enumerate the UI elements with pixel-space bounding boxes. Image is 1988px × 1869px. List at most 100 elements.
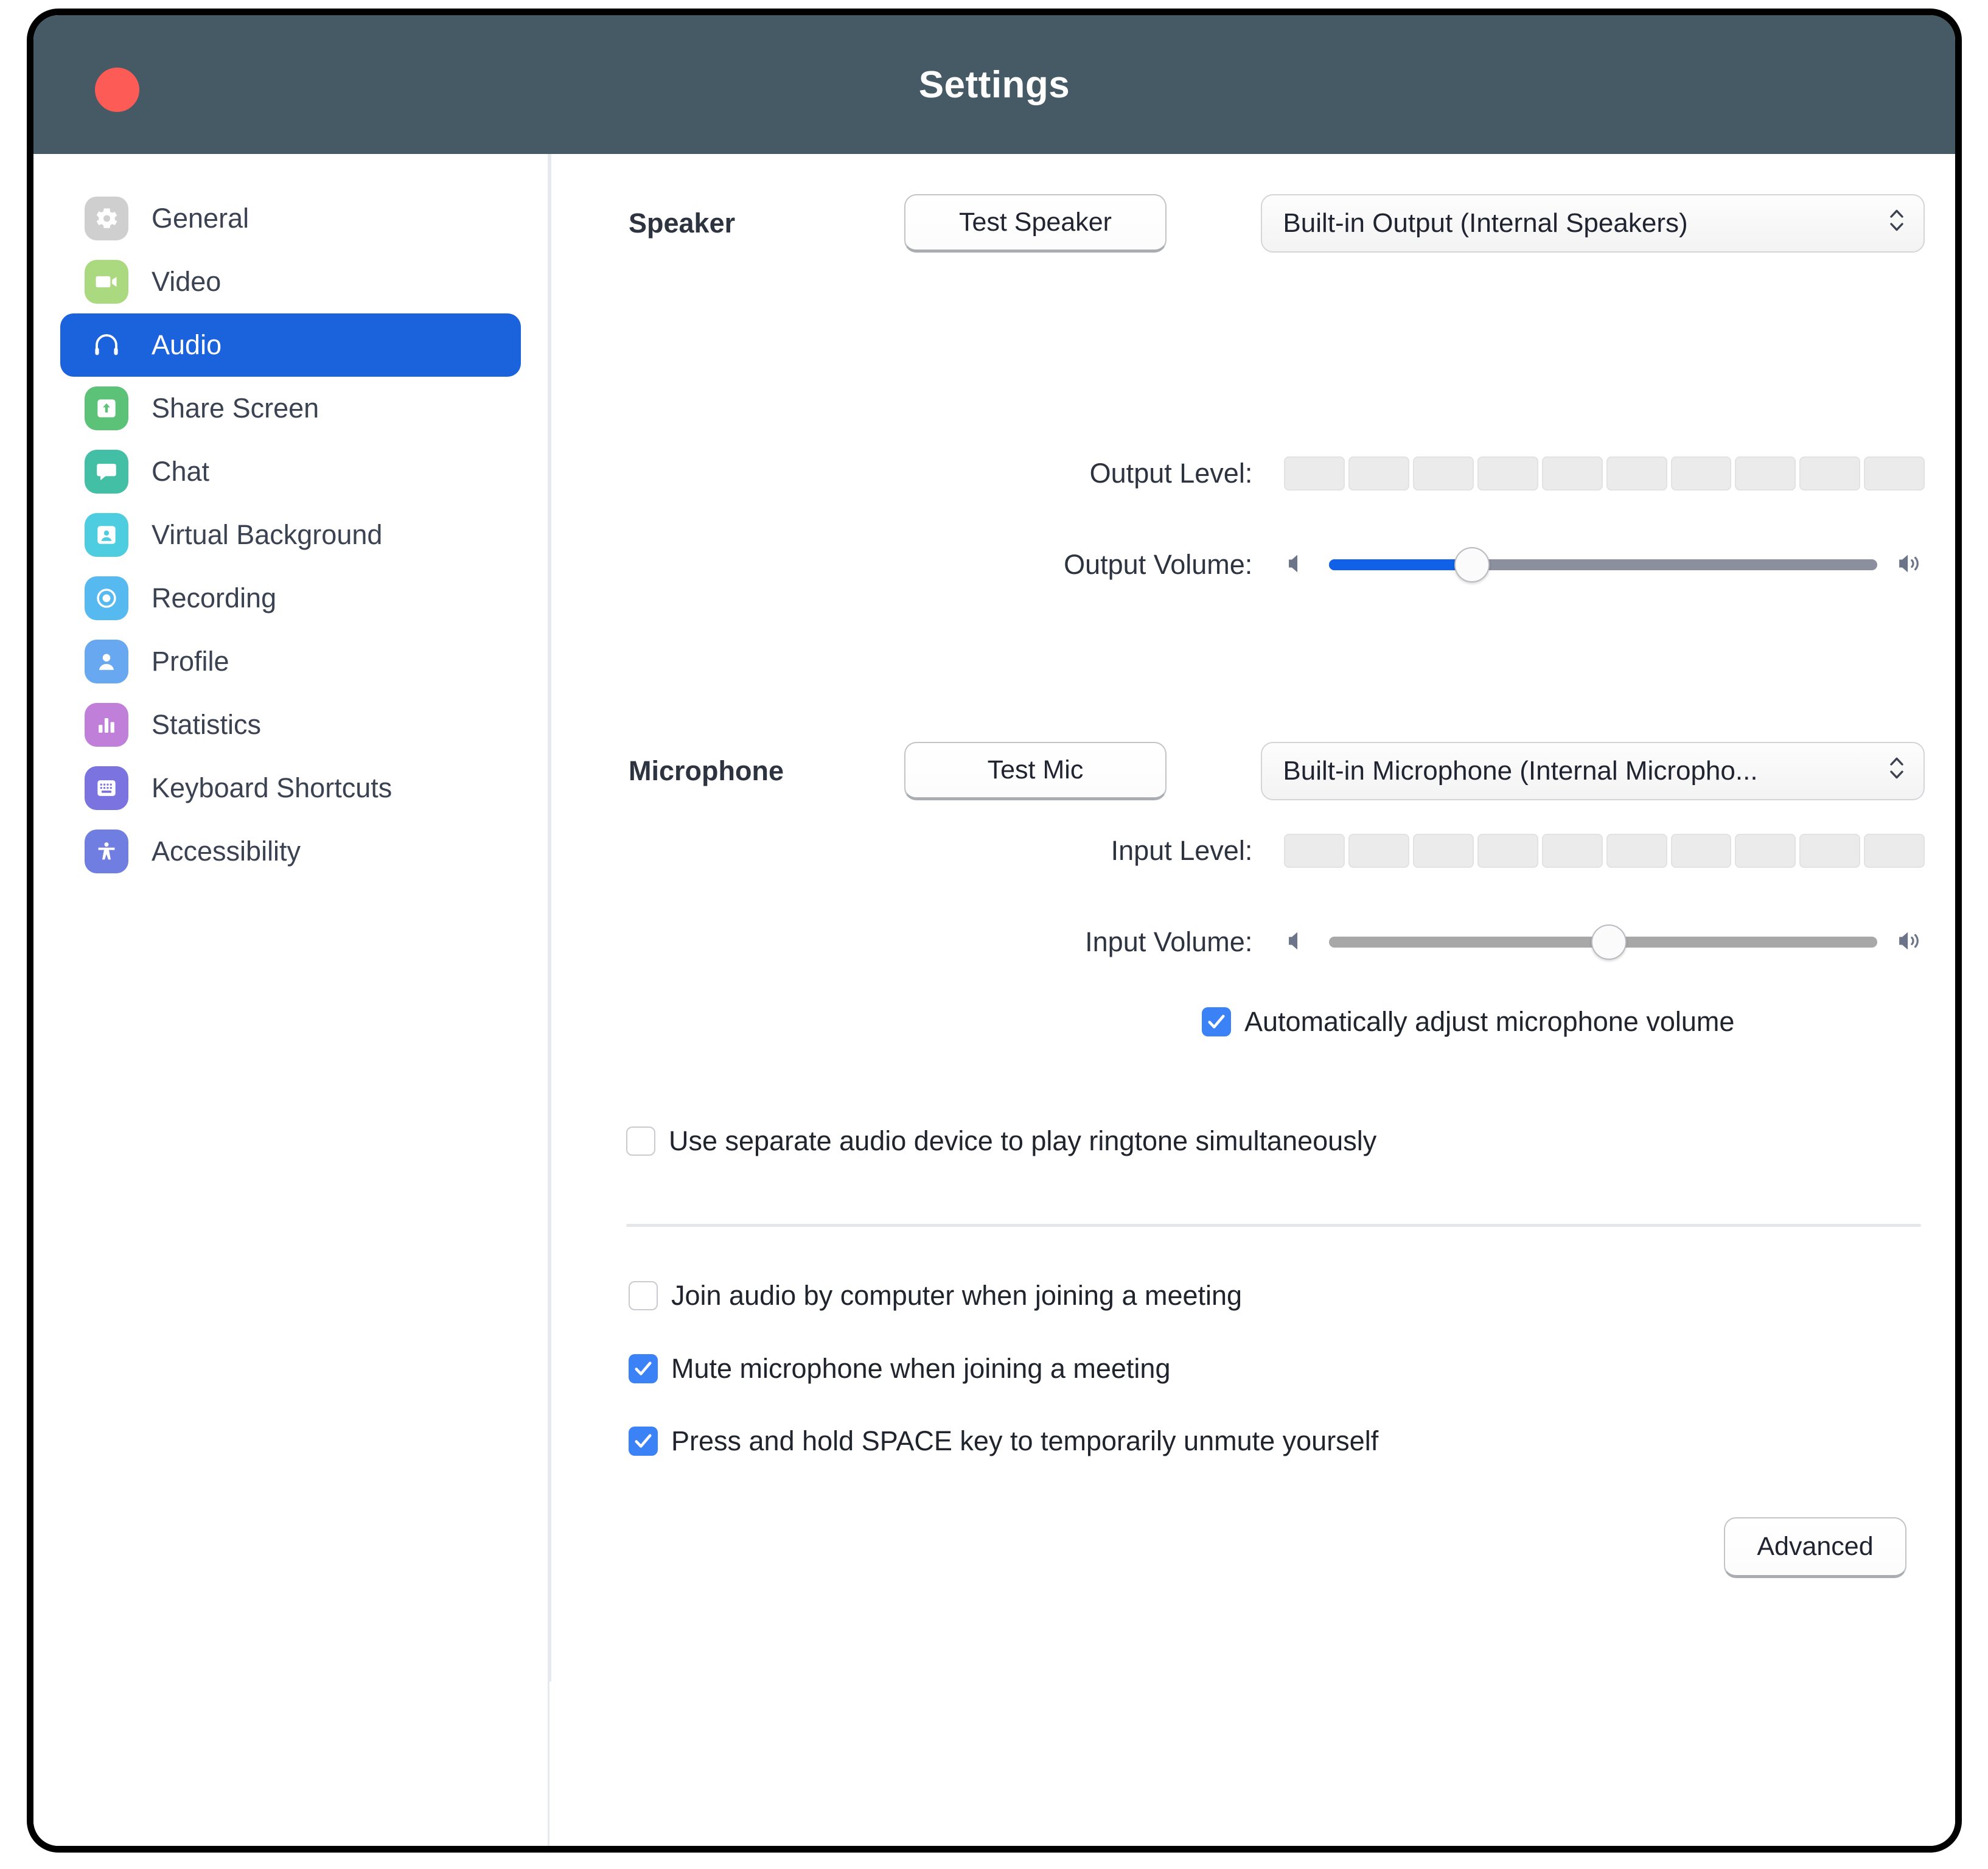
mute-mic-row[interactable]: Mute microphone when joining a meeting xyxy=(629,1353,1170,1385)
meter-segment xyxy=(1348,834,1410,868)
separate-ringtone-row[interactable]: Use separate audio device to play ringto… xyxy=(626,1125,1376,1157)
mute-mic-checkbox[interactable] xyxy=(629,1354,658,1383)
meter-segment xyxy=(1799,456,1861,491)
speaker-row: Speaker Test Speaker Built-in Output (In… xyxy=(629,193,1925,254)
auto-adjust-mic-row[interactable]: Automatically adjust microphone volume xyxy=(1202,1006,1734,1038)
section-divider xyxy=(626,1224,1921,1227)
slider-track[interactable] xyxy=(1329,547,1877,582)
slider-thumb[interactable] xyxy=(1454,547,1490,582)
test-speaker-button[interactable]: Test Speaker xyxy=(904,194,1167,253)
input-level-label: Input Level: xyxy=(1111,835,1253,866)
sidebar-item-video[interactable]: Video xyxy=(60,250,521,313)
meter-segment xyxy=(1799,834,1861,868)
microphone-row: Microphone Test Mic Built-in Microphone … xyxy=(629,741,1925,802)
sidebar-item-virtual-background[interactable]: Virtual Background xyxy=(60,503,521,567)
speaker-section-label: Speaker xyxy=(629,208,736,239)
sidebar-item-statistics[interactable]: Statistics xyxy=(60,693,521,756)
sidebar-item-share-screen[interactable]: Share Screen xyxy=(60,377,521,440)
meter-segment xyxy=(1735,456,1796,491)
meter-segment xyxy=(1606,834,1667,868)
meter-segment xyxy=(1413,834,1474,868)
slider-thumb[interactable] xyxy=(1591,924,1627,960)
panel-divider xyxy=(549,154,551,1682)
sidebar-item-audio[interactable]: Audio xyxy=(60,313,521,377)
input-level-meter xyxy=(1284,834,1925,868)
advanced-button[interactable]: Advanced xyxy=(1724,1517,1906,1578)
speaker-device-value: Built-in Output (Internal Speakers) xyxy=(1283,208,1688,238)
meter-segment xyxy=(1670,456,1732,491)
accessibility-icon xyxy=(85,830,128,873)
meter-segment xyxy=(1606,456,1667,491)
auto-adjust-mic-checkbox[interactable] xyxy=(1202,1007,1231,1036)
output-volume-label: Output Volume: xyxy=(1064,549,1253,580)
speaker-loud-icon xyxy=(1894,550,1925,581)
bar-chart-icon xyxy=(85,703,128,747)
slider-track[interactable] xyxy=(1329,924,1877,960)
meter-segment xyxy=(1864,834,1925,868)
speaker-loud-icon xyxy=(1894,927,1925,958)
sidebar-item-accessibility[interactable]: Accessibility xyxy=(60,820,521,883)
join-audio-row[interactable]: Join audio by computer when joining a me… xyxy=(629,1280,1242,1312)
speaker-device-select[interactable]: Built-in Output (Internal Speakers) xyxy=(1261,194,1925,253)
auto-adjust-mic-label: Automatically adjust microphone volume xyxy=(1244,1006,1735,1037)
microphone-device-select[interactable]: Built-in Microphone (Internal Micropho..… xyxy=(1261,742,1925,800)
sidebar-item-recording[interactable]: Recording xyxy=(60,567,521,630)
meter-segment xyxy=(1284,834,1345,868)
slider-fill xyxy=(1329,559,1472,570)
meter-segment xyxy=(1284,456,1345,491)
space-unmute-row[interactable]: Press and hold SPACE key to temporarily … xyxy=(629,1425,1378,1457)
microphone-section-label: Microphone xyxy=(629,755,784,786)
output-level-meter xyxy=(1284,456,1925,491)
input-volume-slider[interactable] xyxy=(1284,924,1925,960)
meter-segment xyxy=(1348,456,1410,491)
audio-settings-panel: Speaker Test Speaker Built-in Output (In… xyxy=(549,154,1955,1846)
sidebar-item-label: Keyboard Shortcuts xyxy=(152,772,392,803)
output-volume-slider[interactable] xyxy=(1284,547,1925,582)
share-screen-icon xyxy=(85,386,128,430)
record-circle-icon xyxy=(85,576,128,620)
sidebar-item-label: Chat xyxy=(152,456,210,487)
speaker-mute-icon xyxy=(1284,927,1312,958)
settings-sidebar: General Video Audio Share Screen Chat Vi… xyxy=(33,154,549,1846)
mute-mic-label: Mute microphone when joining a meeting xyxy=(671,1353,1171,1384)
meter-segment xyxy=(1670,834,1732,868)
sidebar-item-label: Accessibility xyxy=(152,836,301,867)
space-unmute-label: Press and hold SPACE key to temporarily … xyxy=(671,1425,1379,1456)
meter-segment xyxy=(1541,456,1603,491)
output-level-label: Output Level: xyxy=(1089,458,1253,489)
separate-ringtone-checkbox[interactable] xyxy=(626,1127,655,1156)
sidebar-item-chat[interactable]: Chat xyxy=(60,440,521,503)
virtual-background-icon xyxy=(85,513,128,557)
gear-icon xyxy=(85,197,128,240)
meter-segment xyxy=(1735,834,1796,868)
settings-window: Settings General Video Audio Share Scree… xyxy=(27,9,1962,1853)
meter-segment xyxy=(1864,456,1925,491)
meter-segment xyxy=(1541,834,1603,868)
sidebar-item-label: Share Screen xyxy=(152,393,319,424)
headphones-icon xyxy=(85,323,128,367)
output-volume-row: Output Volume: xyxy=(629,543,1925,586)
test-mic-button[interactable]: Test Mic xyxy=(904,742,1167,800)
sidebar-item-label: Profile xyxy=(152,646,229,677)
input-volume-label: Input Volume: xyxy=(1085,926,1253,957)
sidebar-item-label: Video xyxy=(152,266,221,297)
sidebar-item-label: Audio xyxy=(152,329,222,360)
meter-segment xyxy=(1477,834,1538,868)
sidebar-item-label: General xyxy=(152,203,249,234)
microphone-device-value: Built-in Microphone (Internal Micropho..… xyxy=(1283,756,1758,786)
meter-segment xyxy=(1477,456,1538,491)
window-titlebar: Settings xyxy=(33,15,1955,154)
sidebar-item-profile[interactable]: Profile xyxy=(60,630,521,693)
output-level-row: Output Level: xyxy=(629,452,1925,495)
space-unmute-checkbox[interactable] xyxy=(629,1427,658,1456)
separate-ringtone-label: Use separate audio device to play ringto… xyxy=(669,1125,1377,1156)
sidebar-item-general[interactable]: General xyxy=(60,187,521,250)
window-title: Settings xyxy=(918,63,1070,106)
join-audio-label: Join audio by computer when joining a me… xyxy=(671,1280,1243,1311)
speaker-mute-icon xyxy=(1284,550,1312,581)
sidebar-item-keyboard-shortcuts[interactable]: Keyboard Shortcuts xyxy=(60,756,521,820)
close-window-button[interactable] xyxy=(95,68,139,112)
sidebar-item-label: Virtual Background xyxy=(152,519,383,550)
join-audio-checkbox[interactable] xyxy=(629,1281,658,1310)
sidebar-item-label: Recording xyxy=(152,582,277,613)
